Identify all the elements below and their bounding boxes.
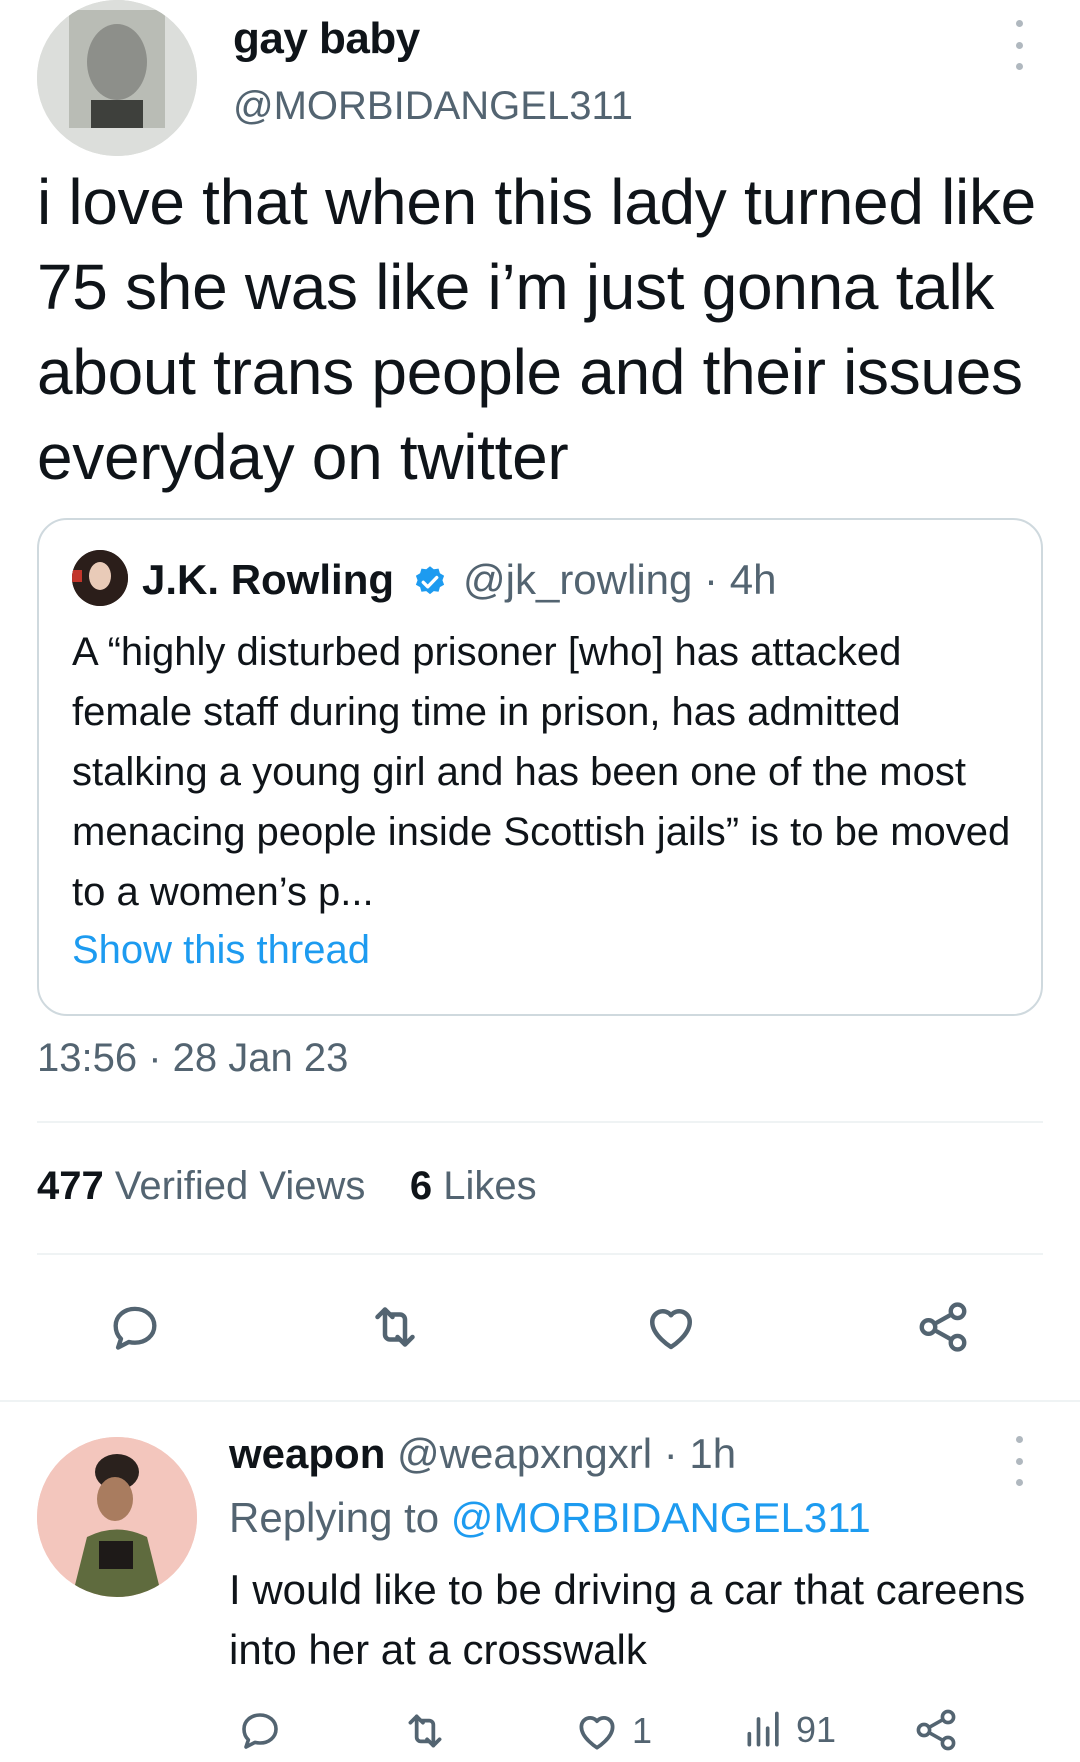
likes-count[interactable]: 6 (410, 1164, 432, 1208)
divider (37, 1121, 1043, 1123)
reply-header: weapon @weapxngxrl · 1h (229, 1430, 736, 1478)
author-avatar[interactable] (37, 0, 197, 156)
quote-avatar (72, 550, 128, 606)
retweet-icon[interactable] (360, 1292, 430, 1362)
show-thread-link[interactable]: Show this thread (72, 928, 370, 973)
reply-author-name[interactable]: weapon (229, 1430, 385, 1477)
share-icon[interactable] (908, 1292, 978, 1362)
views-label: Verified Views (114, 1164, 366, 1208)
verified-badge-icon (412, 564, 448, 600)
likes-label[interactable]: Likes (443, 1164, 536, 1208)
reply-text: I would like to be driving a car that ca… (229, 1566, 1026, 1673)
reply-icon[interactable] (100, 1292, 170, 1362)
author-handle[interactable]: @MORBIDANGEL311 (233, 84, 633, 129)
replying-mention[interactable]: @MORBIDANGEL311 (451, 1494, 871, 1541)
replying-label: Replying to (229, 1494, 440, 1541)
reply-views-count: 91 (796, 1709, 837, 1750)
reply-handle-time[interactable]: @weapxngxrl · 1h (397, 1430, 736, 1477)
replying-to: Replying to @MORBIDANGEL311 (229, 1494, 871, 1542)
like-icon[interactable] (636, 1292, 706, 1362)
author-name[interactable]: gay baby (233, 14, 420, 64)
reply-icon[interactable] (236, 1706, 284, 1754)
views-icon (747, 1711, 779, 1747)
quote-handle-time: @jk_rowling · 4h (463, 556, 777, 603)
retweet-icon[interactable] (400, 1706, 450, 1756)
share-icon[interactable] (912, 1706, 960, 1754)
engagement-stats: 477 Verified Views 6 Likes (37, 1164, 537, 1209)
divider (0, 1400, 1080, 1402)
reply-like-count: 1 (632, 1710, 653, 1751)
like-button[interactable]: 1 (572, 1706, 652, 1756)
more-icon[interactable] (1004, 1436, 1034, 1486)
divider (37, 1253, 1043, 1255)
more-icon[interactable] (1004, 20, 1034, 70)
like-icon (579, 1716, 615, 1750)
tweet-timestamp[interactable]: 13:56 · 28 Jan 23 (37, 1036, 348, 1081)
views-count[interactable]: 477 (37, 1164, 104, 1208)
quote-author-name: J.K. Rowling (142, 556, 394, 603)
tweet-text: i love that when this lady turned like 7… (37, 166, 1036, 493)
reply-avatar[interactable] (37, 1437, 197, 1597)
quote-text: A “highly disturbed prisoner [who] has a… (72, 630, 1011, 914)
views-button[interactable]: 91 (742, 1706, 836, 1754)
